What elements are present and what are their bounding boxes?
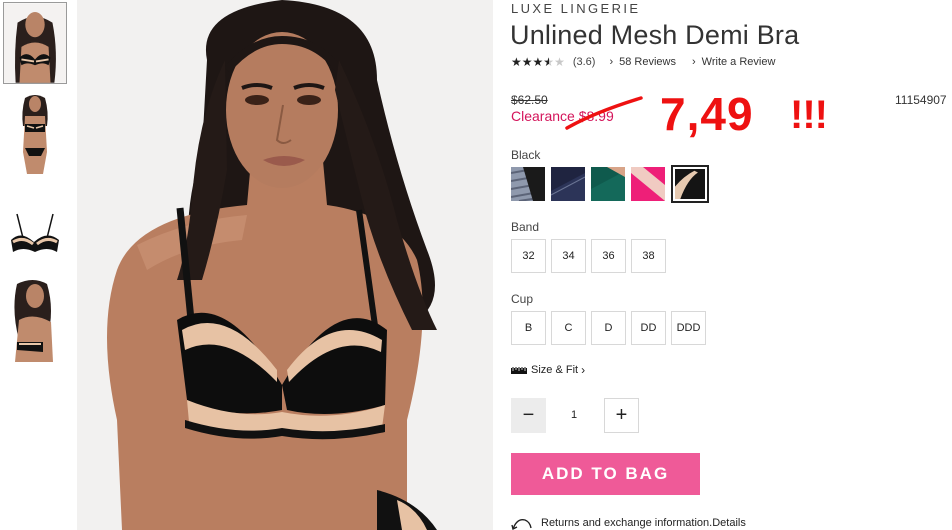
product-title: Unlined Mesh Demi Bra: [510, 20, 800, 50]
cup-size-d[interactable]: D: [591, 311, 626, 345]
add-to-bag-button[interactable]: ADD TO BAG: [511, 453, 700, 495]
returns-text: Returns and exchange information.: [541, 517, 713, 529]
swatch-navy[interactable]: [551, 167, 585, 201]
star-full-icon: ★: [521, 55, 533, 69]
cup-label: Cup: [511, 292, 534, 306]
reviews-link[interactable]: › 58 Reviews: [609, 56, 676, 68]
band-size-36[interactable]: 36: [591, 239, 626, 273]
star-full-icon: ★: [532, 55, 544, 69]
thumbnail-full-body[interactable]: [3, 92, 67, 174]
product-main-image: [77, 0, 493, 530]
returns-details-link[interactable]: Details: [712, 517, 746, 529]
cup-size-b[interactable]: B: [511, 311, 546, 345]
cup-size-c[interactable]: C: [551, 311, 586, 345]
thumbnail-side-image: [3, 280, 67, 362]
chevron-right-icon: ›: [609, 56, 614, 68]
annotation-price: 7,49: [660, 88, 754, 140]
gray-stripe-swatch-image: [511, 167, 545, 201]
cup-size-ddd[interactable]: DDD: [671, 311, 706, 345]
star-full-icon: ★: [511, 55, 522, 69]
thumbnail-list: [0, 0, 68, 530]
cup-size-dd[interactable]: DD: [631, 311, 666, 345]
thumbnail-front[interactable]: [3, 2, 67, 84]
annotation-exclaim: !!!: [790, 93, 828, 137]
thumbnail-side[interactable]: [3, 280, 67, 362]
write-review-link[interactable]: › Write a Review: [692, 56, 775, 68]
thumbnail-product-flat-image: [3, 196, 67, 278]
thumbnail-product-flat[interactable]: [3, 196, 67, 278]
navy-swatch-image: [551, 167, 585, 201]
ruler-icon: [511, 366, 527, 374]
band-size-32[interactable]: 32: [511, 239, 546, 273]
product-sku: 11154907: [895, 93, 947, 107]
model-photo: [77, 0, 493, 530]
band-label: Band: [511, 220, 540, 234]
quantity-increase-button[interactable]: +: [604, 398, 639, 433]
quantity-value[interactable]: 1: [564, 409, 584, 421]
green-swatch-image: [591, 167, 625, 201]
swatch-gray-stripe[interactable]: [511, 167, 545, 201]
quantity-decrease-button[interactable]: −: [511, 398, 546, 433]
brand-name: LUXE LINGERIE: [511, 1, 641, 16]
rating-stars: ★ ★ ★ ★ ★: [511, 56, 565, 68]
black-swatch-image: [675, 169, 705, 199]
size-fit-label: Size & Fit: [531, 364, 579, 376]
swatch-green[interactable]: [591, 167, 625, 201]
reviews-count: 58 Reviews: [619, 56, 676, 68]
original-price: $62.50: [511, 93, 548, 107]
thumbnail-front-image: [4, 3, 66, 83]
rating-value: (3.6): [572, 56, 596, 68]
thumbnail-full-body-image: [3, 92, 67, 174]
band-size-38[interactable]: 38: [631, 239, 666, 273]
star-empty-icon: ★: [554, 55, 565, 69]
write-review-label: Write a Review: [701, 56, 776, 68]
size-fit-link[interactable]: Size & Fit ›: [511, 363, 585, 377]
chevron-right-icon: ›: [581, 363, 586, 377]
rating-row: ★ ★ ★ ★ ★ (3.6) › 58 Reviews › Write a R…: [511, 54, 791, 70]
annotation-strike-line: [565, 96, 643, 130]
band-size-34[interactable]: 34: [551, 239, 586, 273]
pink-swatch-image: [631, 167, 665, 201]
returns-info: Returns and exchange information. Detail…: [511, 516, 746, 530]
return-arrow-icon: [511, 519, 532, 530]
color-label: Black: [511, 148, 541, 162]
swatch-black[interactable]: [671, 165, 709, 203]
swatch-pink[interactable]: [631, 167, 665, 201]
star-half-icon: ★: [543, 55, 555, 69]
chevron-right-icon: ›: [691, 56, 696, 68]
